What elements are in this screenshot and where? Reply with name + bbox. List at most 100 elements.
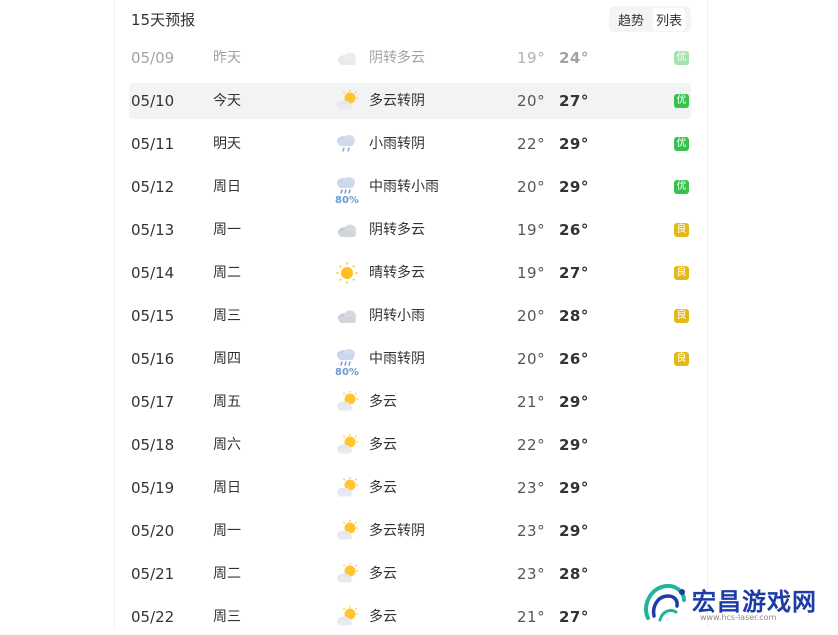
forecast-row[interactable]: 05/20 周一 多云转阴 23° 29° — [129, 513, 691, 549]
temp-low: 20° — [517, 178, 546, 196]
day-weekday: 昨天 — [213, 50, 241, 66]
partly-cloudy-icon — [335, 390, 359, 414]
forecast-card: 15天预报 趋势 列表 05/09 昨天 阴转多云 19° 24° 优 05/10 今天 多云转… — [114, 0, 708, 628]
temp-high: 29° — [559, 522, 589, 540]
aqi-badge: 优 — [674, 51, 689, 65]
day-date: 05/19 — [131, 479, 175, 497]
weather-description: 多云 — [369, 480, 397, 496]
day-date: 05/11 — [131, 135, 175, 153]
day-weekday: 周四 — [213, 351, 241, 367]
cloudy-icon — [335, 46, 359, 70]
temp-high: 27° — [559, 92, 589, 110]
day-date: 05/10 — [131, 92, 175, 110]
day-weekday: 周三 — [213, 609, 241, 625]
forecast-title: 15天预报 — [131, 11, 196, 29]
sunny-icon — [335, 261, 359, 285]
weather-description: 阴转多云 — [369, 50, 425, 66]
temp-high: 29° — [559, 436, 589, 454]
forecast-row[interactable]: 05/18 周六 多云 22° 29° — [129, 427, 691, 463]
temp-low: 20° — [517, 307, 546, 325]
day-weekday: 明天 — [213, 136, 241, 152]
aqi-badge: 优 — [674, 137, 689, 151]
aqi-badge: 良 — [674, 309, 689, 323]
temp-low: 22° — [517, 135, 546, 153]
day-weekday: 周日 — [213, 179, 241, 195]
forecast-row[interactable]: 05/13 周一 阴转多云 19° 26° 良 — [129, 212, 691, 248]
weather-description: 阴转小雨 — [369, 308, 425, 324]
temp-low: 23° — [517, 565, 546, 583]
forecast-row[interactable]: 05/10 今天 多云转阴 20° 27° 优 — [129, 83, 691, 119]
day-date: 05/14 — [131, 264, 175, 282]
temp-low: 19° — [517, 49, 546, 67]
temp-low: 20° — [517, 92, 546, 110]
day-date: 05/21 — [131, 565, 175, 583]
day-date: 05/18 — [131, 436, 175, 454]
day-weekday: 周六 — [213, 437, 241, 453]
temp-high: 27° — [559, 264, 589, 282]
aqi-badge: 优 — [674, 94, 689, 108]
day-weekday: 周二 — [213, 566, 241, 582]
temp-high: 24° — [559, 49, 589, 67]
day-date: 05/15 — [131, 307, 175, 325]
aqi-badge: 优 — [674, 180, 689, 194]
temp-high: 29° — [559, 178, 589, 196]
weather-description: 多云转阴 — [369, 93, 425, 109]
day-date: 05/16 — [131, 350, 175, 368]
temp-low: 21° — [517, 608, 546, 626]
forecast-row[interactable]: 05/17 周五 多云 21° 29° — [129, 384, 691, 420]
view-toggle: 趋势 列表 — [609, 6, 691, 32]
temp-low: 19° — [517, 221, 546, 239]
day-weekday: 周日 — [213, 480, 241, 496]
weather-description: 小雨转阴 — [369, 136, 425, 152]
day-weekday: 周二 — [213, 265, 241, 281]
day-weekday: 周三 — [213, 308, 241, 324]
day-date: 05/09 — [131, 49, 175, 67]
weather-description: 中雨转阴 — [369, 351, 425, 367]
day-date: 05/20 — [131, 522, 175, 540]
precip-chance: 80% — [335, 195, 359, 206]
partly-cloudy-icon — [335, 89, 359, 113]
weather-description: 阴转多云 — [369, 222, 425, 238]
tab-trend[interactable]: 趋势 — [615, 8, 647, 31]
aqi-badge: 良 — [674, 223, 689, 237]
aqi-badge: 良 — [674, 266, 689, 280]
weather-description: 晴转多云 — [369, 265, 425, 281]
forecast-row[interactable]: 05/11 明天 小雨转阴 22° 29° 优 — [129, 126, 691, 162]
partly-cloudy-icon — [335, 476, 359, 500]
cloudy-icon — [335, 304, 359, 328]
weather-description: 中雨转小雨 — [369, 179, 439, 195]
forecast-row[interactable]: 05/09 昨天 阴转多云 19° 24° 优 — [129, 40, 691, 76]
temp-low: 19° — [517, 264, 546, 282]
forecast-row[interactable]: 05/12 周日 80% 中雨转小雨 20° 29° 优 — [129, 169, 691, 206]
forecast-row[interactable]: 05/19 周日 多云 23° 29° — [129, 470, 691, 506]
forecast-row[interactable]: 05/16 周四 80% 中雨转阴 20° 26° 良 — [129, 341, 691, 378]
aqi-badge: 良 — [674, 352, 689, 366]
precip-chance: 80% — [335, 367, 359, 378]
day-weekday: 周五 — [213, 394, 241, 410]
partly-cloudy-icon — [335, 605, 359, 629]
forecast-row[interactable]: 05/14 周二 晴转多云 19° 27° 良 — [129, 255, 691, 291]
partly-cloudy-icon — [335, 562, 359, 586]
weather-description: 多云 — [369, 394, 397, 410]
weather-description: 多云转阴 — [369, 523, 425, 539]
day-weekday: 周一 — [213, 523, 241, 539]
forecast-row[interactable]: 05/22 周三 多云 21° 27° — [129, 599, 691, 635]
forecast-row[interactable]: 05/15 周三 阴转小雨 20° 28° 良 — [129, 298, 691, 334]
day-weekday: 今天 — [213, 93, 241, 109]
temp-high: 27° — [559, 608, 589, 626]
temp-high: 29° — [559, 135, 589, 153]
partly-cloudy-icon — [335, 519, 359, 543]
watermark: 宏昌游戏网 www.hcs-laser.com — [640, 578, 836, 628]
temp-low: 22° — [517, 436, 546, 454]
temp-low: 20° — [517, 350, 546, 368]
watermark-title: 宏昌游戏网 — [692, 588, 817, 616]
forecast-row[interactable]: 05/21 周二 多云 23° 28° — [129, 556, 691, 592]
temp-high: 28° — [559, 565, 589, 583]
light-rain-icon — [335, 132, 359, 156]
temp-high: 26° — [559, 221, 589, 239]
weather-description: 多云 — [369, 609, 397, 625]
temp-high: 28° — [559, 307, 589, 325]
temp-high: 26° — [559, 350, 589, 368]
temp-high: 29° — [559, 479, 589, 497]
tab-list[interactable]: 列表 — [652, 7, 685, 31]
